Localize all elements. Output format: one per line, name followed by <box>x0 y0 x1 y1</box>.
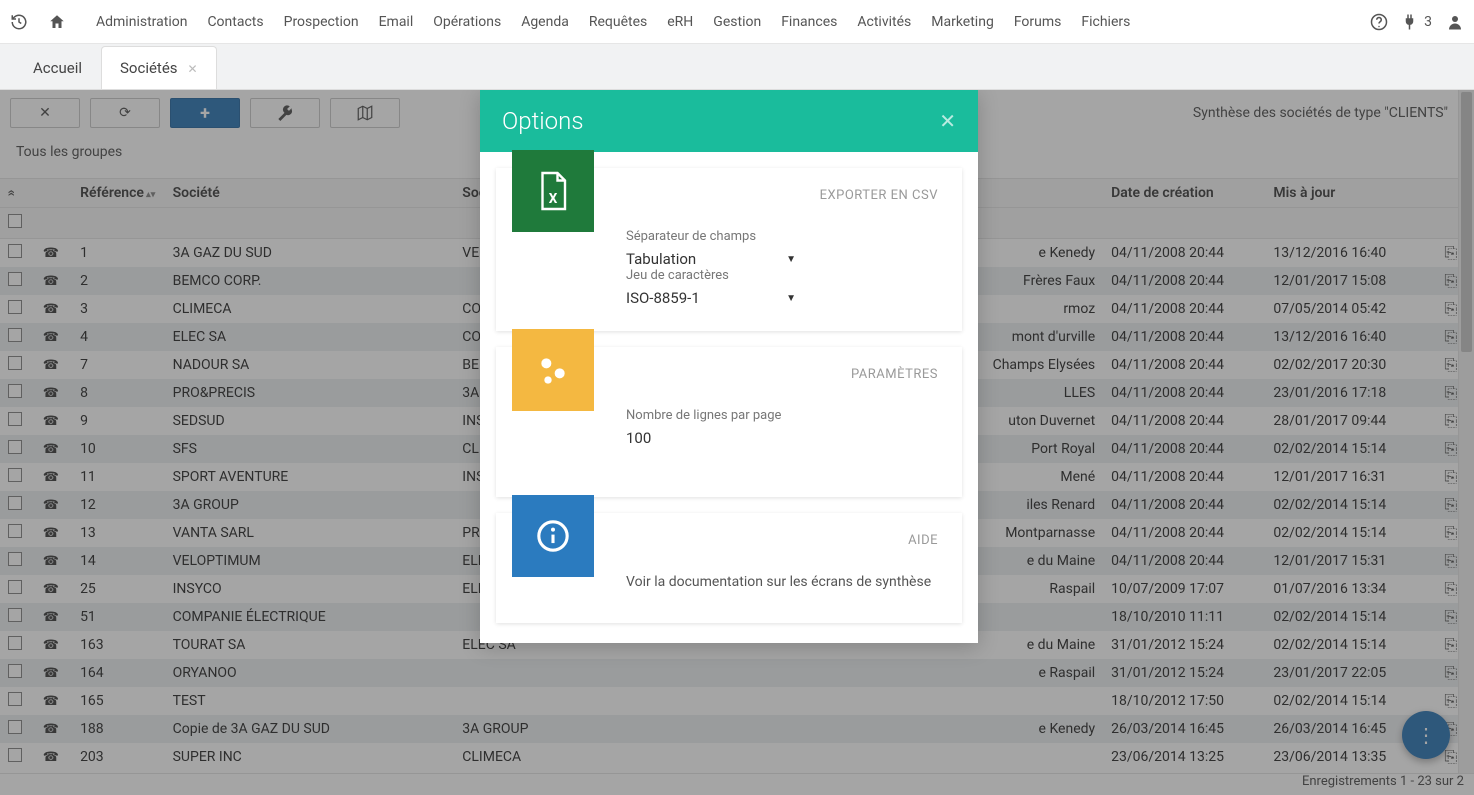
nav-item[interactable]: eRH <box>657 0 703 44</box>
page-content: ✕ ⟳ + Synthèse des sociétés de type "CLI… <box>0 90 1474 795</box>
separator-value: Tabulation <box>626 250 696 268</box>
nav-item[interactable]: Agenda <box>511 0 579 44</box>
nav-item[interactable]: Forums <box>1004 0 1072 44</box>
tab-close-icon[interactable]: ✕ <box>188 62 198 76</box>
nav-item[interactable]: Email <box>369 0 424 44</box>
help-icon[interactable] <box>1370 13 1388 31</box>
modal-title: Options <box>502 107 584 135</box>
separator-label: Séparateur de champs <box>626 229 796 244</box>
help-card: AIDE Voir la documentation sur les écran… <box>496 513 962 623</box>
modal-close-icon[interactable]: ✕ <box>939 109 956 133</box>
history-icon[interactable] <box>10 13 44 31</box>
chevron-down-icon: ▼ <box>786 254 796 265</box>
nav-item[interactable]: Fichiers <box>1071 0 1140 44</box>
export-title: EXPORTER EN CSV <box>626 188 938 203</box>
svg-text:X: X <box>549 191 558 207</box>
home-icon[interactable] <box>48 13 82 31</box>
charset-value: ISO-8859-1 <box>626 289 700 307</box>
excel-icon: X <box>512 150 594 232</box>
nav-item[interactable]: Finances <box>771 0 847 44</box>
tab[interactable]: Sociétés✕ <box>101 46 217 89</box>
nav-item[interactable]: Administration <box>86 0 197 44</box>
nav-item[interactable]: Opérations <box>423 0 511 44</box>
help-title: AIDE <box>626 533 938 548</box>
nav-item[interactable]: Prospection <box>274 0 369 44</box>
charset-select[interactable]: ISO-8859-1 ▼ <box>626 289 796 307</box>
modal-overlay[interactable]: Options ✕ X EXPORTER EN CSV Séparateur d… <box>0 90 1474 795</box>
nav-item[interactable]: Contacts <box>197 0 273 44</box>
user-icon[interactable] <box>1446 13 1464 31</box>
topbar: AdministrationContactsProspectionEmailOp… <box>0 0 1474 44</box>
tab[interactable]: Accueil <box>14 46 101 89</box>
nav-item[interactable]: Activités <box>847 0 921 44</box>
lines-input[interactable]: 100 <box>626 429 906 447</box>
lines-label: Nombre de lignes par page <box>626 408 906 423</box>
modal-header: Options ✕ <box>480 90 978 152</box>
options-modal: Options ✕ X EXPORTER EN CSV Séparateur d… <box>480 90 978 643</box>
main-nav: AdministrationContactsProspectionEmailOp… <box>86 0 1140 44</box>
chevron-down-icon: ▼ <box>786 293 796 304</box>
nav-item[interactable]: Gestion <box>703 0 771 44</box>
info-icon <box>512 495 594 577</box>
plug-icon[interactable] <box>1402 13 1420 31</box>
separator-select[interactable]: Tabulation ▼ <box>626 250 796 268</box>
export-card: X EXPORTER EN CSV Séparateur de champs T… <box>496 168 962 331</box>
help-link[interactable]: Voir la documentation sur les écrans de … <box>626 574 931 590</box>
gears-icon <box>512 329 594 411</box>
tabstrip: AccueilSociétés✕ <box>0 44 1474 90</box>
charset-label: Jeu de caractères <box>626 268 796 283</box>
nav-item[interactable]: Marketing <box>921 0 1004 44</box>
lines-value: 100 <box>626 429 651 447</box>
nav-item[interactable]: Requêtes <box>579 0 657 44</box>
params-title: PARAMÈTRES <box>626 367 938 382</box>
params-card: PARAMÈTRES Nombre de lignes par page 100 <box>496 347 962 497</box>
notification-badge: 3 <box>1424 14 1432 30</box>
